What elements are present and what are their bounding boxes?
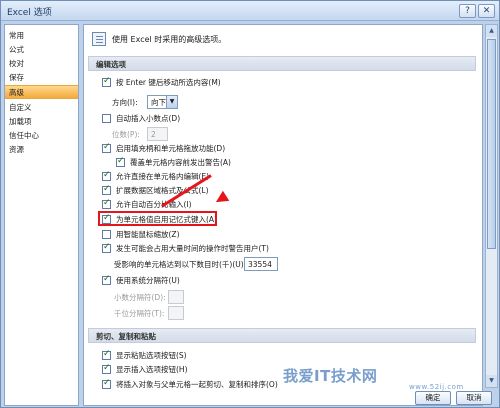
decimal-separator-input[interactable] bbox=[168, 290, 184, 304]
system-separators-label: 使用系统分隔符(U) bbox=[116, 276, 180, 285]
help-button[interactable]: ? bbox=[459, 4, 476, 18]
direction-select[interactable]: 向下 ▼ bbox=[147, 95, 178, 109]
section-editing-options: 编辑选项 bbox=[88, 56, 476, 71]
options-scrollbar[interactable]: ▲ ▼ bbox=[485, 24, 498, 388]
autocomplete-highlight bbox=[98, 211, 217, 226]
places-label: 位数(P): bbox=[112, 130, 140, 139]
cancel-button[interactable]: 取消 bbox=[456, 391, 492, 405]
auto-percent-label: 允许自动百分比输入(I) bbox=[116, 200, 192, 209]
section-title: 剪切、复制和粘贴 bbox=[96, 332, 156, 341]
sidebar-item-customize[interactable]: 自定义 bbox=[5, 101, 78, 115]
excel-options-dialog: Excel 选项 ? ✕ 常用 公式 校对 保存 高级 自定义 加载项 信任中心… bbox=[0, 0, 500, 408]
direction-value: 向下 bbox=[151, 98, 166, 107]
overwrite-alert-checkbox[interactable] bbox=[116, 156, 125, 167]
scroll-down-icon[interactable]: ▼ bbox=[486, 375, 497, 387]
direction-label: 方向(I): bbox=[112, 98, 138, 107]
paste-options-checkbox[interactable] bbox=[102, 349, 111, 360]
sidebar-item-formulas[interactable]: 公式 bbox=[5, 43, 78, 57]
thousands-separator-input[interactable] bbox=[168, 306, 184, 320]
auto-decimal-label: 自动插入小数点(D) bbox=[116, 114, 181, 123]
scrollbar-thumb[interactable] bbox=[487, 39, 496, 249]
panel-header: 使用 Excel 时采用的高级选项。 bbox=[84, 25, 482, 53]
sidebar-item-resources[interactable]: 资源 bbox=[5, 143, 78, 157]
enter-move-label: 按 Enter 键后移动所选内容(M) bbox=[116, 78, 221, 87]
edit-in-cell-label: 允许直接在单元格内编辑(E) bbox=[116, 172, 210, 181]
sidebar-item-advanced[interactable]: 高级 bbox=[5, 85, 78, 99]
auto-decimal-checkbox[interactable] bbox=[102, 114, 111, 123]
options-sidebar: 常用 公式 校对 保存 高级 自定义 加载项 信任中心 资源 bbox=[4, 24, 79, 406]
sidebar-item-add-ins[interactable]: 加载项 bbox=[5, 115, 78, 129]
edit-in-cell-checkbox[interactable] bbox=[102, 170, 111, 181]
extend-formats-checkbox[interactable] bbox=[102, 184, 111, 195]
intellimouse-label: 用智能鼠标缩放(Z) bbox=[116, 230, 180, 239]
cells-affected-label: 受影响的单元格达到以下数目时(千)(U): bbox=[114, 260, 247, 269]
chevron-down-icon[interactable]: ▼ bbox=[166, 96, 177, 108]
cut-copy-sort-checkbox[interactable] bbox=[102, 378, 111, 389]
ok-button[interactable]: 确定 bbox=[415, 391, 451, 405]
sidebar-item-save[interactable]: 保存 bbox=[5, 71, 78, 85]
paste-options-label: 显示粘贴选项按钮(S) bbox=[116, 351, 187, 360]
fill-handle-checkbox[interactable] bbox=[102, 142, 111, 153]
cells-affected-spinner[interactable]: 33554 bbox=[244, 257, 278, 271]
decimal-separator-label: 小数分隔符(D): bbox=[114, 293, 166, 302]
options-page-icon bbox=[92, 32, 106, 46]
alert-slow-label: 发生可能会占用大量时间的操作时警告用户(T) bbox=[116, 244, 269, 253]
site-watermark: 我爱IT技术网 www.52ij.com bbox=[283, 365, 479, 391]
sidebar-item-proofing[interactable]: 校对 bbox=[5, 57, 78, 71]
auto-percent-checkbox[interactable] bbox=[102, 198, 111, 209]
section-cut-copy-paste: 剪切、复制和粘贴 bbox=[88, 328, 476, 343]
title-bar: Excel 选项 ? ✕ bbox=[1, 1, 499, 21]
sidebar-item-trust-center[interactable]: 信任中心 bbox=[5, 129, 78, 143]
places-spinner[interactable]: 2 bbox=[147, 127, 168, 141]
intellimouse-checkbox[interactable] bbox=[102, 230, 111, 239]
insert-options-label: 显示插入选项按钮(H) bbox=[116, 365, 188, 374]
insert-options-checkbox[interactable] bbox=[102, 363, 111, 374]
section-title: 编辑选项 bbox=[96, 60, 126, 69]
watermark-text: 我爱IT技术网 bbox=[283, 367, 378, 385]
sidebar-item-popular[interactable]: 常用 bbox=[5, 29, 78, 43]
scroll-up-icon[interactable]: ▲ bbox=[486, 25, 497, 37]
cells-affected-value: 33554 bbox=[248, 260, 272, 269]
watermark-site: www.52ij.com bbox=[409, 383, 464, 391]
panel-description: 使用 Excel 时采用的高级选项。 bbox=[112, 35, 227, 44]
overwrite-alert-label: 覆盖单元格内容前发出警告(A) bbox=[130, 158, 231, 167]
cut-copy-sort-label: 将插入对象与父单元格一起剪切、复制和排序(O) bbox=[116, 380, 278, 389]
alert-slow-checkbox[interactable] bbox=[102, 242, 111, 253]
places-value: 2 bbox=[151, 130, 156, 139]
enter-move-checkbox[interactable] bbox=[102, 76, 111, 87]
fill-handle-label: 启用填充柄和单元格拖放功能(D) bbox=[116, 144, 226, 153]
system-separators-checkbox[interactable] bbox=[102, 274, 111, 285]
close-button[interactable]: ✕ bbox=[478, 4, 495, 18]
thousands-separator-label: 千位分隔符(T): bbox=[114, 309, 165, 318]
dialog-title: Excel 选项 bbox=[7, 8, 52, 18]
